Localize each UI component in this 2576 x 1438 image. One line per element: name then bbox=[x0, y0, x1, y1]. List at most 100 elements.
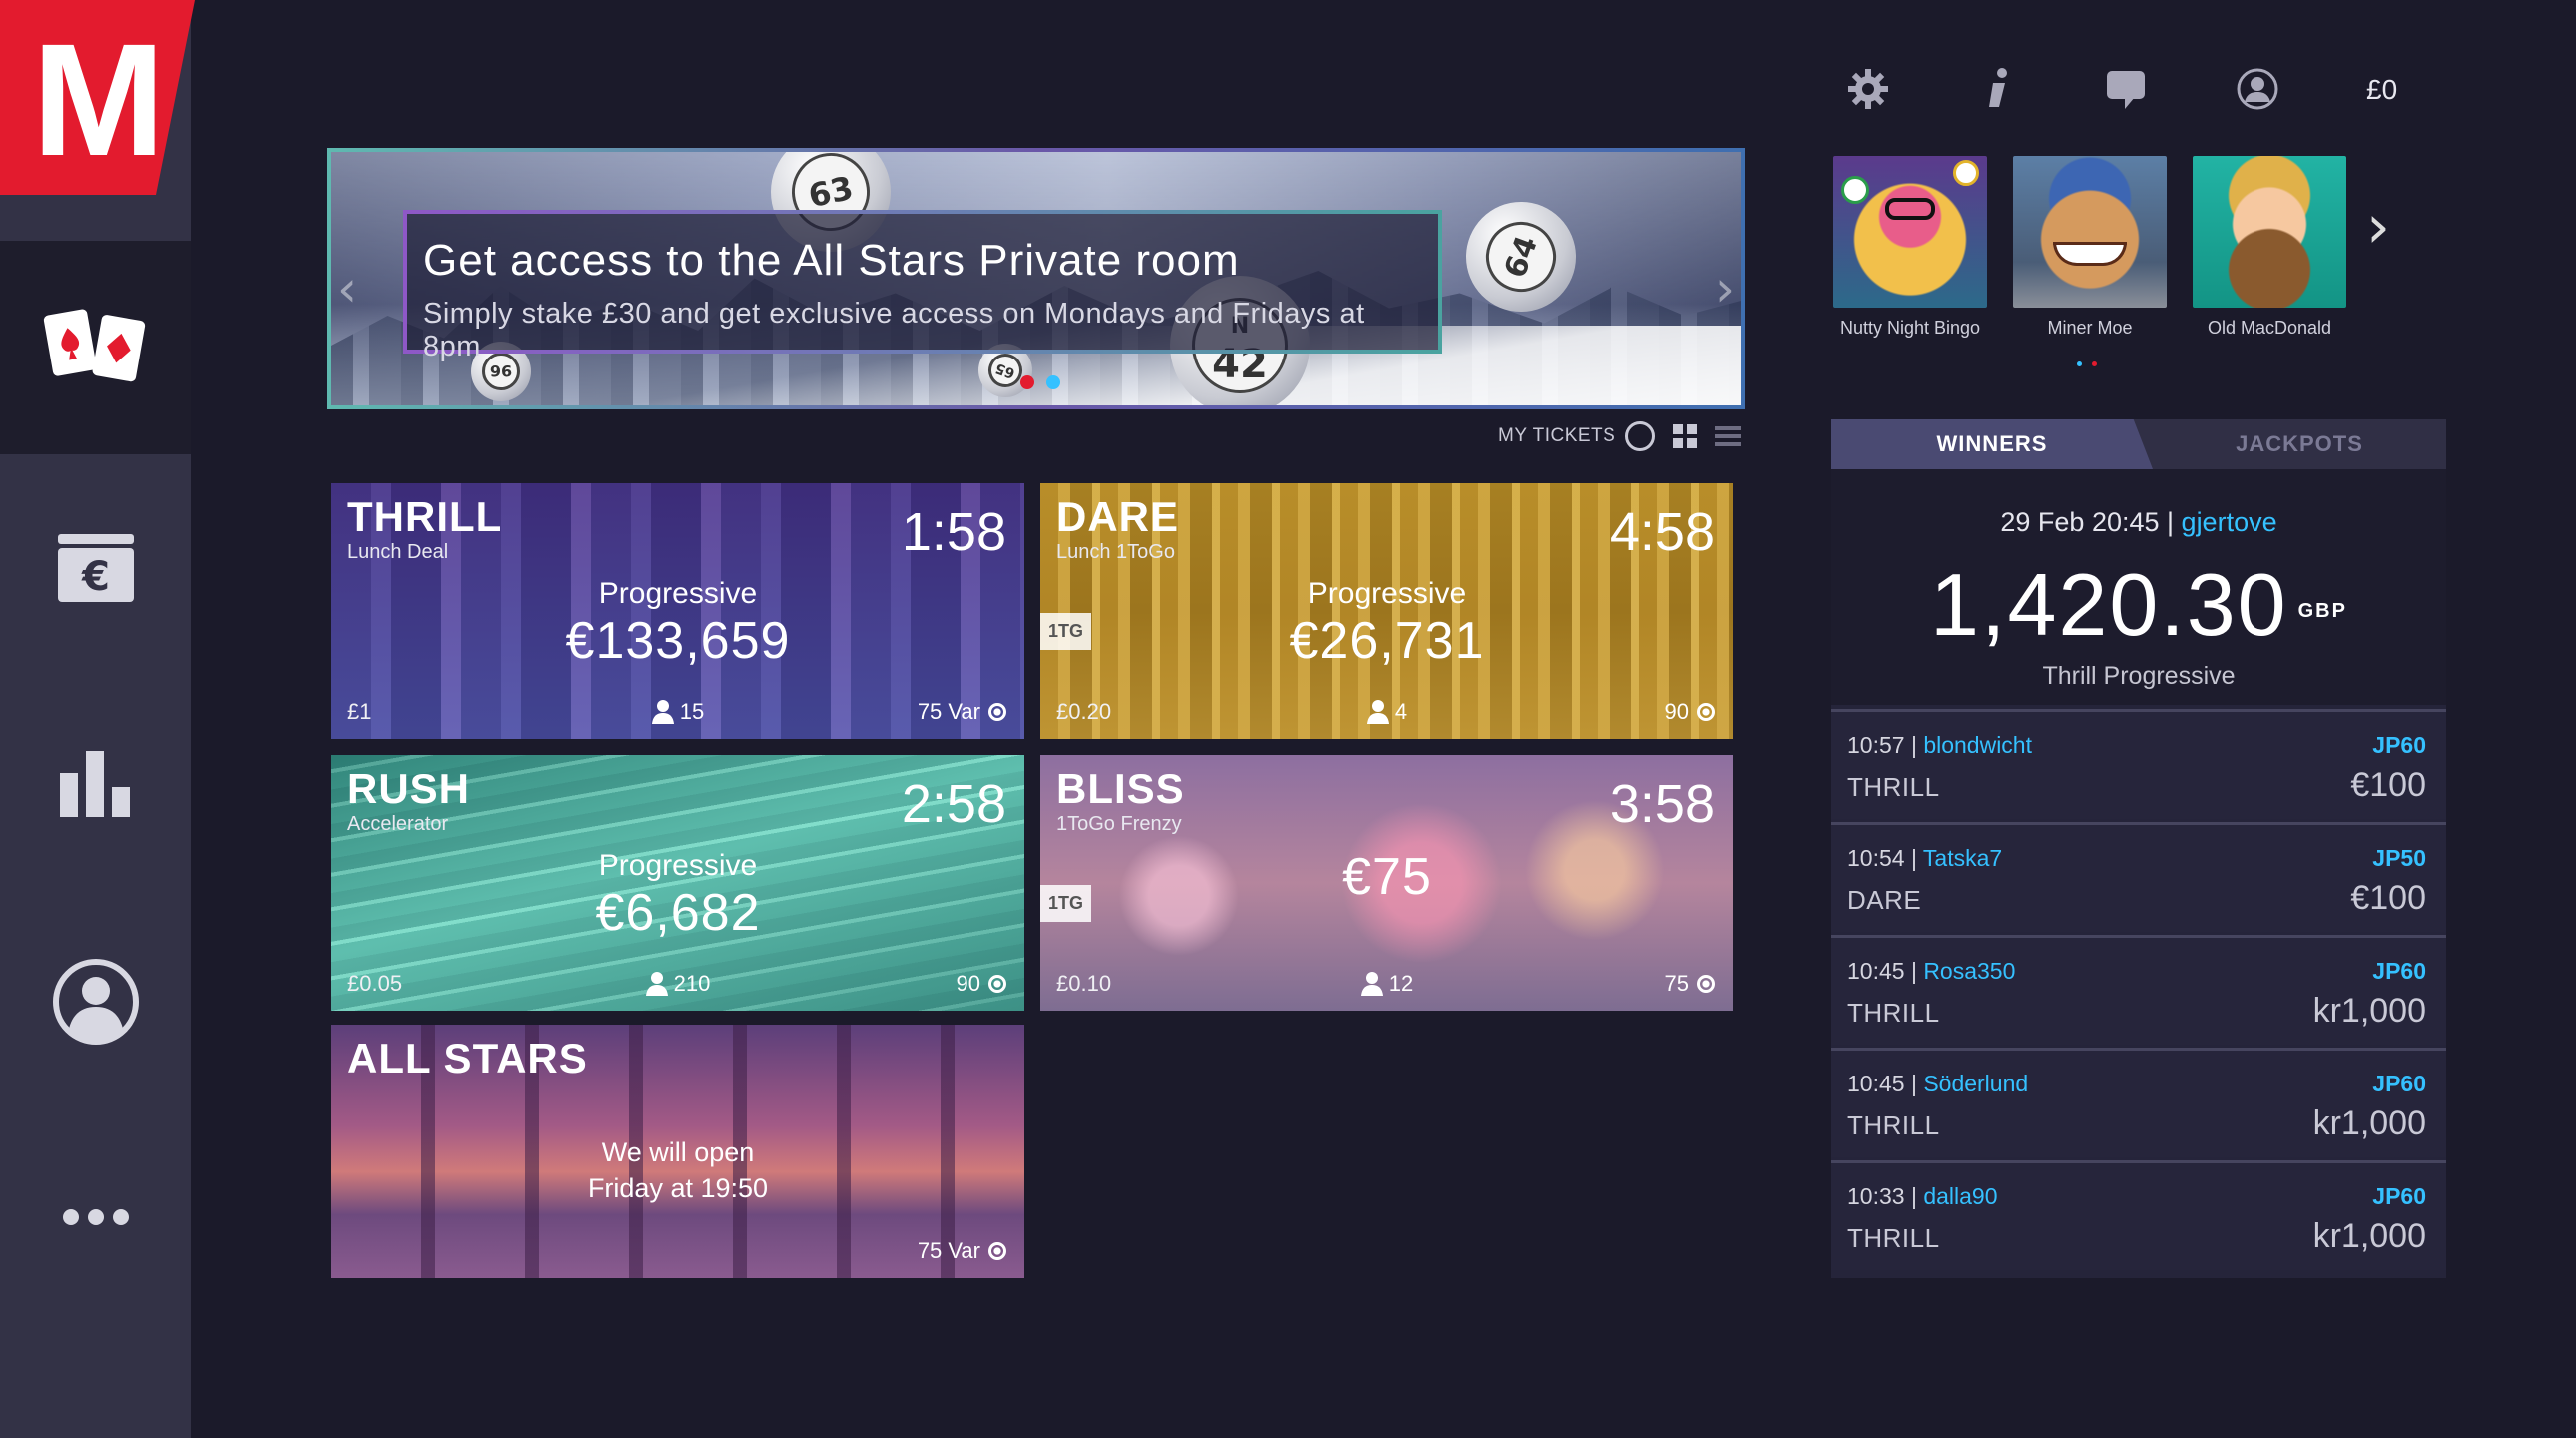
logo-letter: M bbox=[32, 10, 165, 189]
game-title: Old MacDonald bbox=[2207, 318, 2332, 338]
bingo-ball: 64 bbox=[1466, 202, 1576, 312]
progressive-amount: €6,682 bbox=[595, 884, 761, 942]
room-card-dare[interactable]: DARE Lunch 1ToGo 4:58 1TG Progressive €2… bbox=[1040, 483, 1733, 739]
info-icon bbox=[1989, 68, 2007, 107]
side-navigation: M € bbox=[0, 0, 195, 1438]
win-amount: €100 bbox=[2350, 879, 2426, 917]
player-icon bbox=[1360, 972, 1383, 996]
variant-label: 90 bbox=[1664, 699, 1689, 724]
winner-meta: 10:33 | dalla90 bbox=[1847, 1183, 1998, 1210]
winner-meta: 10:45 | Rosa350 bbox=[1847, 958, 2015, 985]
featured-win-time: 29 Feb 20:45 | bbox=[2000, 507, 2182, 537]
winner-name[interactable]: Tatska7 bbox=[1923, 845, 2002, 871]
win-amount: kr1,000 bbox=[2312, 1104, 2426, 1142]
account-button[interactable] bbox=[2233, 64, 2282, 114]
glasses-decoration bbox=[1885, 198, 1935, 220]
win-time: 10:45 | bbox=[1847, 958, 1924, 984]
carousel-pagination bbox=[2077, 361, 2097, 366]
carousel-next-icon[interactable]: › bbox=[2366, 192, 2390, 262]
jackpot-code: JP60 bbox=[2372, 1183, 2426, 1209]
chat-button[interactable] bbox=[2101, 64, 2151, 114]
tab-jackpots[interactable]: JACKPOTS bbox=[2153, 419, 2446, 469]
banner-dot-2[interactable] bbox=[1046, 375, 1060, 389]
chat-icon bbox=[2107, 71, 2145, 109]
tab-winners[interactable]: WINNERS bbox=[1831, 419, 2153, 469]
winner-name[interactable]: Rosa350 bbox=[1923, 958, 2015, 984]
promo-banner[interactable]: 63 64 N 42 96 65 Get access to the All S… bbox=[327, 148, 1745, 409]
account-icon bbox=[2237, 68, 2278, 110]
winner-row: 10:54 | Tatska7 JP50 DARE €100 bbox=[1831, 822, 2446, 932]
player-icon bbox=[1366, 700, 1389, 724]
banner-prev-icon[interactable]: ‹ bbox=[337, 260, 357, 318]
jackpot-code: JP60 bbox=[2372, 732, 2426, 758]
nav-profile[interactable] bbox=[0, 895, 191, 1108]
featured-win-value: 1,420.30 bbox=[1930, 555, 2288, 654]
winner-row: 10:57 | blondwicht JP60 THRILL €100 bbox=[1831, 709, 2446, 819]
cards-icon bbox=[43, 309, 145, 382]
nav-more[interactable] bbox=[0, 1110, 191, 1324]
carousel-dot-2[interactable] bbox=[2092, 361, 2097, 366]
room-name: RUSH bbox=[347, 765, 471, 812]
win-time: 10:33 | bbox=[1847, 1183, 1924, 1209]
progressive-label: Progressive bbox=[598, 577, 758, 610]
progressive-amount: €26,731 bbox=[1289, 612, 1485, 670]
list-view-icon[interactable] bbox=[1715, 426, 1742, 446]
room-subtitle: 1ToGo Frenzy bbox=[1056, 813, 1182, 835]
win-time: 10:45 | bbox=[1847, 1071, 1924, 1096]
settings-button[interactable] bbox=[1843, 64, 1893, 114]
players-value: 15 bbox=[679, 699, 705, 724]
banner-title: Get access to the All Stars Private room bbox=[423, 236, 1240, 285]
featured-win-game: Thrill Progressive bbox=[2042, 662, 2236, 690]
game-tile[interactable]: Nutty Night Bingo bbox=[1833, 156, 1987, 339]
room-timer: 2:58 bbox=[901, 774, 1006, 834]
winner-name[interactable]: blondwicht bbox=[1923, 732, 2032, 758]
game-tile[interactable]: Miner Moe bbox=[2013, 156, 2167, 339]
carousel-dot-1[interactable] bbox=[2077, 361, 2082, 366]
progressive-label: Progressive bbox=[598, 849, 758, 882]
brand-logo[interactable]: M bbox=[0, 0, 195, 195]
balance-display[interactable]: £0 bbox=[2366, 74, 2397, 106]
winner-name[interactable]: Söderlund bbox=[1923, 1071, 2028, 1096]
svg-text:€: € bbox=[81, 554, 110, 600]
players-value: 4 bbox=[1394, 699, 1408, 724]
player-icon bbox=[651, 700, 674, 724]
room-subtitle: Lunch Deal bbox=[347, 541, 449, 563]
featured-win-currency: GBP bbox=[2297, 600, 2347, 623]
winner-row: 10:45 | Söderlund JP60 THRILL kr1,000 bbox=[1831, 1048, 2446, 1157]
room-subtitle: Accelerator bbox=[347, 813, 449, 835]
winner-meta: 10:54 | Tatska7 bbox=[1847, 845, 2002, 872]
winners-panel: WINNERS JACKPOTS 29 Feb 20:45 | gjertove… bbox=[1831, 419, 2446, 1278]
featured-win-meta: 29 Feb 20:45 | gjertove bbox=[1831, 507, 2446, 538]
my-tickets-toggle-icon[interactable] bbox=[1625, 421, 1656, 451]
game-variant: 75 Var bbox=[918, 699, 1006, 725]
banner-dot-1[interactable] bbox=[1020, 375, 1034, 389]
win-room: DARE bbox=[1847, 885, 1922, 915]
room-card-rush[interactable]: RUSH Accelerator 2:58 Progressive €6,682… bbox=[331, 755, 1024, 1011]
room-card-thrill[interactable]: THRILL Lunch Deal 1:58 Progressive €133,… bbox=[331, 483, 1024, 739]
winner-name[interactable]: dalla90 bbox=[1923, 1183, 1997, 1209]
winner-row: 10:45 | Rosa350 JP60 THRILL kr1,000 bbox=[1831, 935, 2446, 1045]
room-timer: 3:58 bbox=[1610, 774, 1715, 834]
nav-cashier[interactable]: € bbox=[0, 461, 191, 675]
nav-bingo-rooms[interactable] bbox=[0, 241, 191, 454]
game-variant: 75 bbox=[1665, 971, 1715, 997]
ball-number: 64 bbox=[1476, 212, 1566, 302]
win-amount: kr1,000 bbox=[2312, 992, 2426, 1030]
smile-decoration bbox=[2053, 242, 2127, 266]
room-card-all-stars[interactable]: ALL STARS We will open Friday at 19:50 7… bbox=[331, 1025, 1024, 1278]
closed-line-2: Friday at 19:50 bbox=[587, 1173, 769, 1203]
grid-view-icon[interactable] bbox=[1673, 424, 1698, 448]
info-button[interactable] bbox=[1973, 64, 2023, 114]
game-title: Nutty Night Bingo bbox=[1839, 318, 1981, 338]
featured-winner-name[interactable]: gjertove bbox=[2182, 507, 2277, 537]
room-card-bliss[interactable]: BLISS 1ToGo Frenzy 3:58 1TG €75 £0.10 12… bbox=[1040, 755, 1733, 1011]
room-name: BLISS bbox=[1056, 765, 1185, 812]
banner-next-icon[interactable]: › bbox=[1715, 260, 1735, 318]
banner-pagination bbox=[1020, 375, 1060, 389]
game-variant: 75 Var bbox=[918, 1238, 1006, 1264]
game-title: Miner Moe bbox=[2047, 318, 2133, 338]
win-room: THRILL bbox=[1847, 998, 1940, 1028]
banner-subtitle: Simply stake £30 and get exclusive acces… bbox=[423, 298, 1365, 362]
game-tile[interactable]: Old MacDonald bbox=[2193, 156, 2346, 339]
nav-statistics[interactable] bbox=[0, 675, 191, 889]
